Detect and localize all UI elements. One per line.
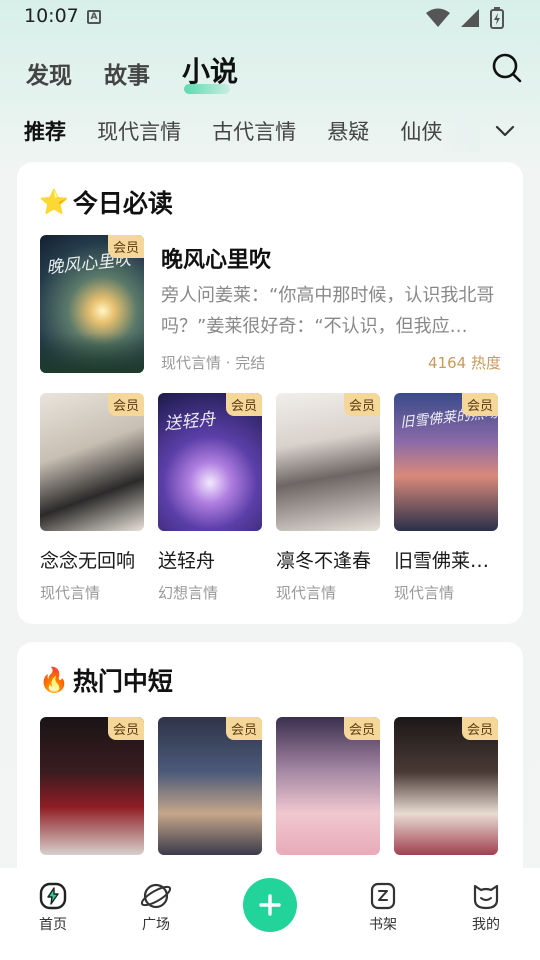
featured-book-heat: 4164 热度 (428, 354, 501, 372)
book-cover-2[interactable]: 送轻舟 会员 (158, 393, 262, 531)
notification-icon: A (87, 10, 101, 24)
hot-book-cover-3[interactable]: 会员 (276, 717, 380, 855)
hot-short-card: 🔥 热门中短 会员 会员 会员 会员 (17, 642, 523, 902)
featured-book-desc: 旁人问姜莱：“你高中那时候，认识我北哥吗？”姜莱很好奇：“不认识，但我应… (161, 285, 495, 337)
vip-badge: 会员 (107, 235, 144, 258)
featured-book-meta: 现代言情 · 完结 (161, 354, 266, 372)
today-must-read-card: ⭐ 今日必读 晚风心里吹 会员 晚风心里吹 旁人问姜莱：“你高中那时候，认识我北… (17, 162, 523, 624)
section-title-today-label: 今日必读 (72, 189, 173, 218)
plus-icon (259, 894, 281, 916)
add-button[interactable] (243, 878, 297, 932)
tab-discover[interactable]: 发现 (26, 56, 72, 90)
vip-badge: 会员 (343, 393, 380, 416)
chevron-down-icon[interactable] (494, 120, 516, 142)
category-recommended[interactable]: 推荐 (24, 116, 66, 146)
status-time: 10:07 (24, 5, 79, 27)
vip-badge: 会员 (461, 717, 498, 740)
battery-icon (490, 7, 504, 29)
book-genre-3: 现代言情 (276, 584, 337, 602)
nav-home-label: 首页 (39, 917, 67, 933)
book-title-3[interactable]: 凛冬不逢春 (276, 546, 384, 573)
vip-badge: 会员 (225, 717, 262, 740)
bottom-nav: 首页 广场 书架 我的 (0, 868, 540, 960)
category-modern-romance[interactable]: 现代言情 (97, 116, 181, 146)
nav-mine[interactable]: 我的 (456, 880, 516, 934)
nav-plaza[interactable]: 广场 (126, 880, 186, 934)
category-xianxia[interactable]: 仙侠 (400, 116, 442, 146)
status-icons (426, 7, 504, 29)
top-tabs: 发现 故事 小说 (26, 50, 238, 94)
nav-mine-label: 我的 (472, 917, 500, 933)
status-bar: 10:07 A (0, 0, 540, 34)
hot-book-cover-2[interactable]: 会员 (158, 717, 262, 855)
featured-book-title[interactable]: 晚风心里吹 (161, 242, 271, 274)
nav-home[interactable]: 首页 (23, 880, 83, 934)
tab-novels[interactable]: 小说 (182, 50, 238, 94)
search-icon[interactable] (492, 53, 522, 83)
hot-book-cover-1[interactable]: 会员 (40, 717, 144, 855)
book-cover-4[interactable]: 旧雪佛莱的热吻 会员 (394, 393, 498, 531)
book-title-1[interactable]: 念念无回响 (40, 546, 148, 573)
nav-plaza-label: 广场 (142, 917, 170, 933)
section-title-hot: 🔥 热门中短 (39, 662, 173, 698)
book-genre-1: 现代言情 (40, 584, 101, 602)
category-mystery[interactable]: 悬疑 (327, 116, 369, 146)
home-bolt-icon (39, 882, 67, 910)
planet-icon (140, 883, 172, 909)
star-icon: ⭐ (39, 188, 69, 216)
bookshelf-icon (370, 882, 396, 910)
book-genre-2: 幻想言情 (158, 584, 219, 602)
section-title-today: ⭐ 今日必读 (39, 184, 173, 220)
book-cover-2-title: 送轻舟 (163, 409, 217, 435)
vip-badge: 会员 (107, 393, 144, 416)
featured-book-cover[interactable]: 晚风心里吹 会员 (40, 235, 144, 373)
vip-badge: 会员 (461, 393, 498, 416)
category-tabs: 推荐 现代言情 古代言情 悬疑 仙侠 玄 (24, 116, 474, 150)
book-genre-4: 现代言情 (394, 584, 455, 602)
vip-badge: 会员 (107, 717, 144, 740)
nav-bookshelf[interactable]: 书架 (353, 880, 413, 934)
section-title-hot-label: 热门中短 (72, 667, 173, 696)
book-title-4[interactable]: 旧雪佛莱… (394, 546, 502, 573)
cat-face-icon (473, 884, 499, 910)
signal-icon (461, 9, 479, 27)
book-cover-3[interactable]: 会员 (276, 393, 380, 531)
hot-book-cover-4[interactable]: 会员 (394, 717, 498, 855)
vip-badge: 会员 (343, 717, 380, 740)
category-fade (440, 112, 480, 152)
book-cover-1[interactable]: 会员 (40, 393, 144, 531)
fire-icon: 🔥 (39, 666, 69, 694)
nav-bookshelf-label: 书架 (369, 917, 397, 933)
vip-badge: 会员 (225, 393, 262, 416)
tab-stories[interactable]: 故事 (104, 56, 150, 90)
book-title-2[interactable]: 送轻舟 (158, 546, 266, 573)
category-ancient-romance[interactable]: 古代言情 (212, 116, 296, 146)
wifi-icon (426, 8, 450, 27)
